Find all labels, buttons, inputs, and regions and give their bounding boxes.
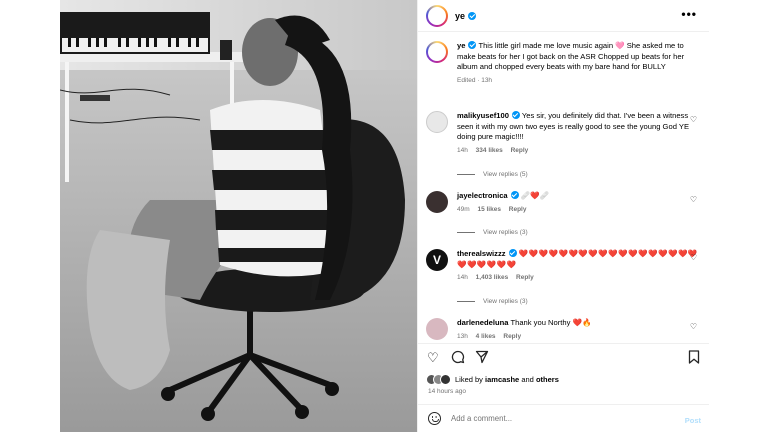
post-comment-button[interactable]: Post <box>685 416 701 425</box>
comment-time: 14h <box>457 146 468 154</box>
liked-by-prefix: Liked by <box>455 374 483 384</box>
caption-edited: Edited · 13h <box>457 76 493 84</box>
comment-item: malikyusef100 Yes sir, you definitely di… <box>426 111 701 154</box>
author-username[interactable]: ye <box>455 11 465 21</box>
liked-by-and: and <box>521 374 534 384</box>
post-caption: ye This little girl made me love music a… <box>426 41 701 84</box>
comment-item: V therealswizzz ❤️❤️❤️❤️❤️❤️❤️❤️❤️❤️❤️❤️… <box>426 249 701 281</box>
more-options-icon[interactable]: ••• <box>681 8 697 20</box>
reply-button[interactable]: Reply <box>509 206 527 213</box>
liked-by-row: Liked by iamcashe and others <box>426 372 559 386</box>
comment-like-heart-icon[interactable]: ♡ <box>690 115 697 124</box>
comment-username[interactable]: darlenedeluna <box>457 318 508 327</box>
comment-likes[interactable]: 15 likes <box>477 206 501 213</box>
add-comment-bar: Post <box>418 404 709 432</box>
comment-like-heart-icon[interactable]: ♡ <box>690 253 697 262</box>
comment-item: darlenedeluna Thank you Northy ❤️🔥 13h 4… <box>426 318 701 340</box>
share-send-icon[interactable] <box>475 350 489 367</box>
post-action-bar: ♡ <box>418 343 709 371</box>
like-heart-icon[interactable]: ♡ <box>427 350 439 366</box>
emoji-picker-icon[interactable] <box>428 412 441 425</box>
comment-text: Thank you Northy ❤️🔥 <box>510 318 592 327</box>
commenter-avatar[interactable] <box>426 318 448 340</box>
comment-likes[interactable]: 334 likes <box>476 147 503 154</box>
verified-badge-icon <box>510 191 519 199</box>
comment-item: jayelectronica 🩹❤️🩹 49m 15 likes Reply ♡ <box>426 191 701 213</box>
reply-button[interactable]: Reply <box>503 333 521 340</box>
commenter-avatar[interactable] <box>426 191 448 213</box>
post-detail-panel: ye ••• ye This little girl made me love … <box>417 0 709 432</box>
verified-badge-icon <box>508 249 517 257</box>
comment-likes[interactable]: 4 likes <box>476 333 496 340</box>
commenter-avatar[interactable]: V <box>426 249 448 271</box>
caption-avatar[interactable] <box>426 41 448 63</box>
liked-by-user[interactable]: iamcashe <box>485 375 519 384</box>
post-header: ye ••• <box>418 0 709 32</box>
comment-likes[interactable]: 1,403 likes <box>476 274 509 281</box>
reply-button[interactable]: Reply <box>516 274 534 281</box>
comment-input[interactable] <box>451 414 661 423</box>
comment-like-heart-icon[interactable]: ♡ <box>690 322 697 331</box>
post-timestamp[interactable]: 14 hours ago <box>428 388 466 395</box>
commenter-avatar[interactable] <box>426 111 448 133</box>
liked-by-others[interactable]: others <box>536 375 559 384</box>
verified-badge-icon <box>511 111 520 119</box>
comments-scroll-area[interactable]: ye This little girl made me love music a… <box>418 33 709 343</box>
comment-username[interactable]: malikyusef100 <box>457 111 509 120</box>
view-replies-button[interactable]: View replies (5) <box>457 171 528 178</box>
verified-badge-icon <box>468 11 477 20</box>
comment-time: 13h <box>457 332 468 340</box>
view-replies-button[interactable]: View replies (3) <box>457 298 528 305</box>
post-photo[interactable] <box>60 0 417 432</box>
comment-like-heart-icon[interactable]: ♡ <box>690 195 697 204</box>
comment-time: 49m <box>457 205 470 213</box>
comment-bubble-icon[interactable] <box>451 350 465 367</box>
caption-username[interactable]: ye <box>457 41 465 50</box>
save-bookmark-icon[interactable] <box>688 350 700 367</box>
reply-button[interactable]: Reply <box>511 147 529 154</box>
verified-badge-icon <box>468 41 477 49</box>
comment-username[interactable]: jayelectronica <box>457 191 508 200</box>
author-avatar[interactable] <box>426 4 448 27</box>
caption-text: This little girl made me love music agai… <box>457 41 685 71</box>
liker-avatar[interactable] <box>440 373 451 385</box>
instagram-post-viewer: ye ••• ye This little girl made me love … <box>0 0 768 432</box>
comment-username[interactable]: therealswizzz <box>457 249 506 258</box>
photo-illustration <box>60 0 417 432</box>
view-replies-button[interactable]: View replies (3) <box>457 229 528 236</box>
comment-text: 🩹❤️🩹 <box>520 191 550 200</box>
comment-time: 14h <box>457 274 468 281</box>
